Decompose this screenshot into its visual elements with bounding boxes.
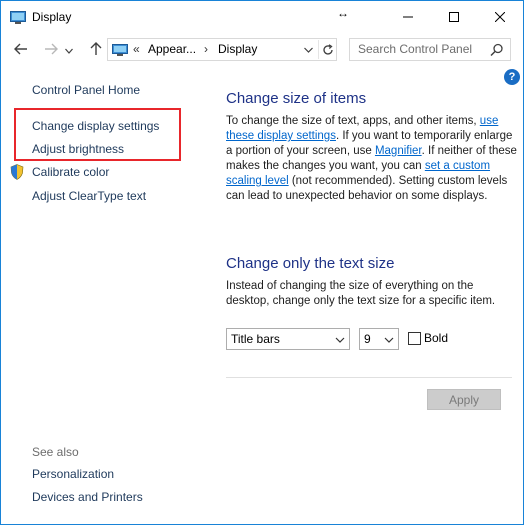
chevron-down-icon (303, 47, 313, 53)
shield-icon (10, 164, 24, 180)
back-button[interactable] (11, 41, 31, 59)
title-bar[interactable]: Display ↔ (1, 1, 523, 33)
recent-locations-button[interactable] (62, 41, 76, 59)
see-also-personalization-link[interactable]: Personalization (32, 467, 114, 481)
breadcrumb-separator[interactable]: › (204, 42, 208, 56)
address-dropdown-button[interactable] (301, 42, 315, 57)
magnifier-link[interactable]: Magnifier (375, 145, 422, 157)
minimize-icon (403, 12, 413, 22)
breadcrumb-appearance[interactable]: Appear... (148, 42, 196, 56)
item-select-value: Title bars (231, 332, 280, 346)
close-icon (495, 12, 505, 22)
chevron-down-icon (335, 334, 345, 344)
control-panel-icon (112, 44, 128, 56)
chevron-down-icon (65, 43, 73, 57)
control-panel-home-link[interactable]: Control Panel Home (32, 83, 140, 97)
display-window: Display ↔ « Appear... › Display Search C… (0, 0, 524, 525)
bold-label[interactable]: Bold (424, 331, 448, 345)
apply-button[interactable]: Apply (427, 389, 501, 410)
help-icon[interactable]: ? (504, 69, 520, 85)
address-bar[interactable]: « Appear... › Display (107, 38, 337, 61)
sidebar-item-calibrate-color[interactable]: Calibrate color (32, 165, 109, 179)
maximize-icon (449, 12, 459, 22)
text-size-select[interactable]: 9 (359, 328, 399, 350)
up-button[interactable] (86, 41, 106, 59)
refresh-icon (322, 43, 333, 55)
window-title: Display (32, 10, 72, 24)
change-text-size-heading: Change only the text size (226, 255, 395, 272)
display-icon (10, 11, 26, 24)
breadcrumb-overflow[interactable]: « (133, 42, 140, 56)
back-arrow-icon (14, 43, 28, 58)
search-placeholder: Search Control Panel (358, 42, 473, 56)
forward-arrow-icon (44, 43, 58, 58)
breadcrumb-display[interactable]: Display (218, 42, 257, 56)
see-also-heading: See also (32, 445, 79, 459)
divider (226, 377, 512, 378)
search-icon (490, 43, 504, 57)
close-button[interactable] (477, 1, 523, 33)
size-text-1: To change the size of text, apps, and ot… (226, 115, 480, 127)
maximize-button[interactable] (431, 1, 477, 33)
search-input[interactable]: Search Control Panel (349, 38, 511, 61)
chevron-down-icon (384, 334, 394, 344)
bold-checkbox[interactable] (408, 332, 421, 345)
refresh-button[interactable] (318, 40, 336, 59)
change-size-description: To change the size of text, apps, and ot… (226, 114, 518, 204)
change-text-size-description: Instead of changing the size of everythi… (226, 280, 496, 307)
navigation-bar: « Appear... › Display Search Control Pan… (1, 33, 523, 67)
minimize-button[interactable] (385, 1, 431, 33)
resize-cursor: ↔ (337, 6, 349, 20)
item-select[interactable]: Title bars (226, 328, 350, 350)
text-size-select-value: 9 (364, 332, 371, 346)
sidebar-item-change-display-settings[interactable]: Change display settings (32, 119, 159, 133)
see-also-devices-printers-link[interactable]: Devices and Printers (32, 490, 143, 504)
sidebar-item-adjust-cleartype[interactable]: Adjust ClearType text (32, 189, 146, 203)
up-arrow-icon (90, 41, 102, 59)
change-size-heading: Change size of items (226, 90, 367, 107)
sidebar-item-adjust-brightness[interactable]: Adjust brightness (32, 142, 124, 156)
forward-button[interactable] (41, 41, 61, 59)
